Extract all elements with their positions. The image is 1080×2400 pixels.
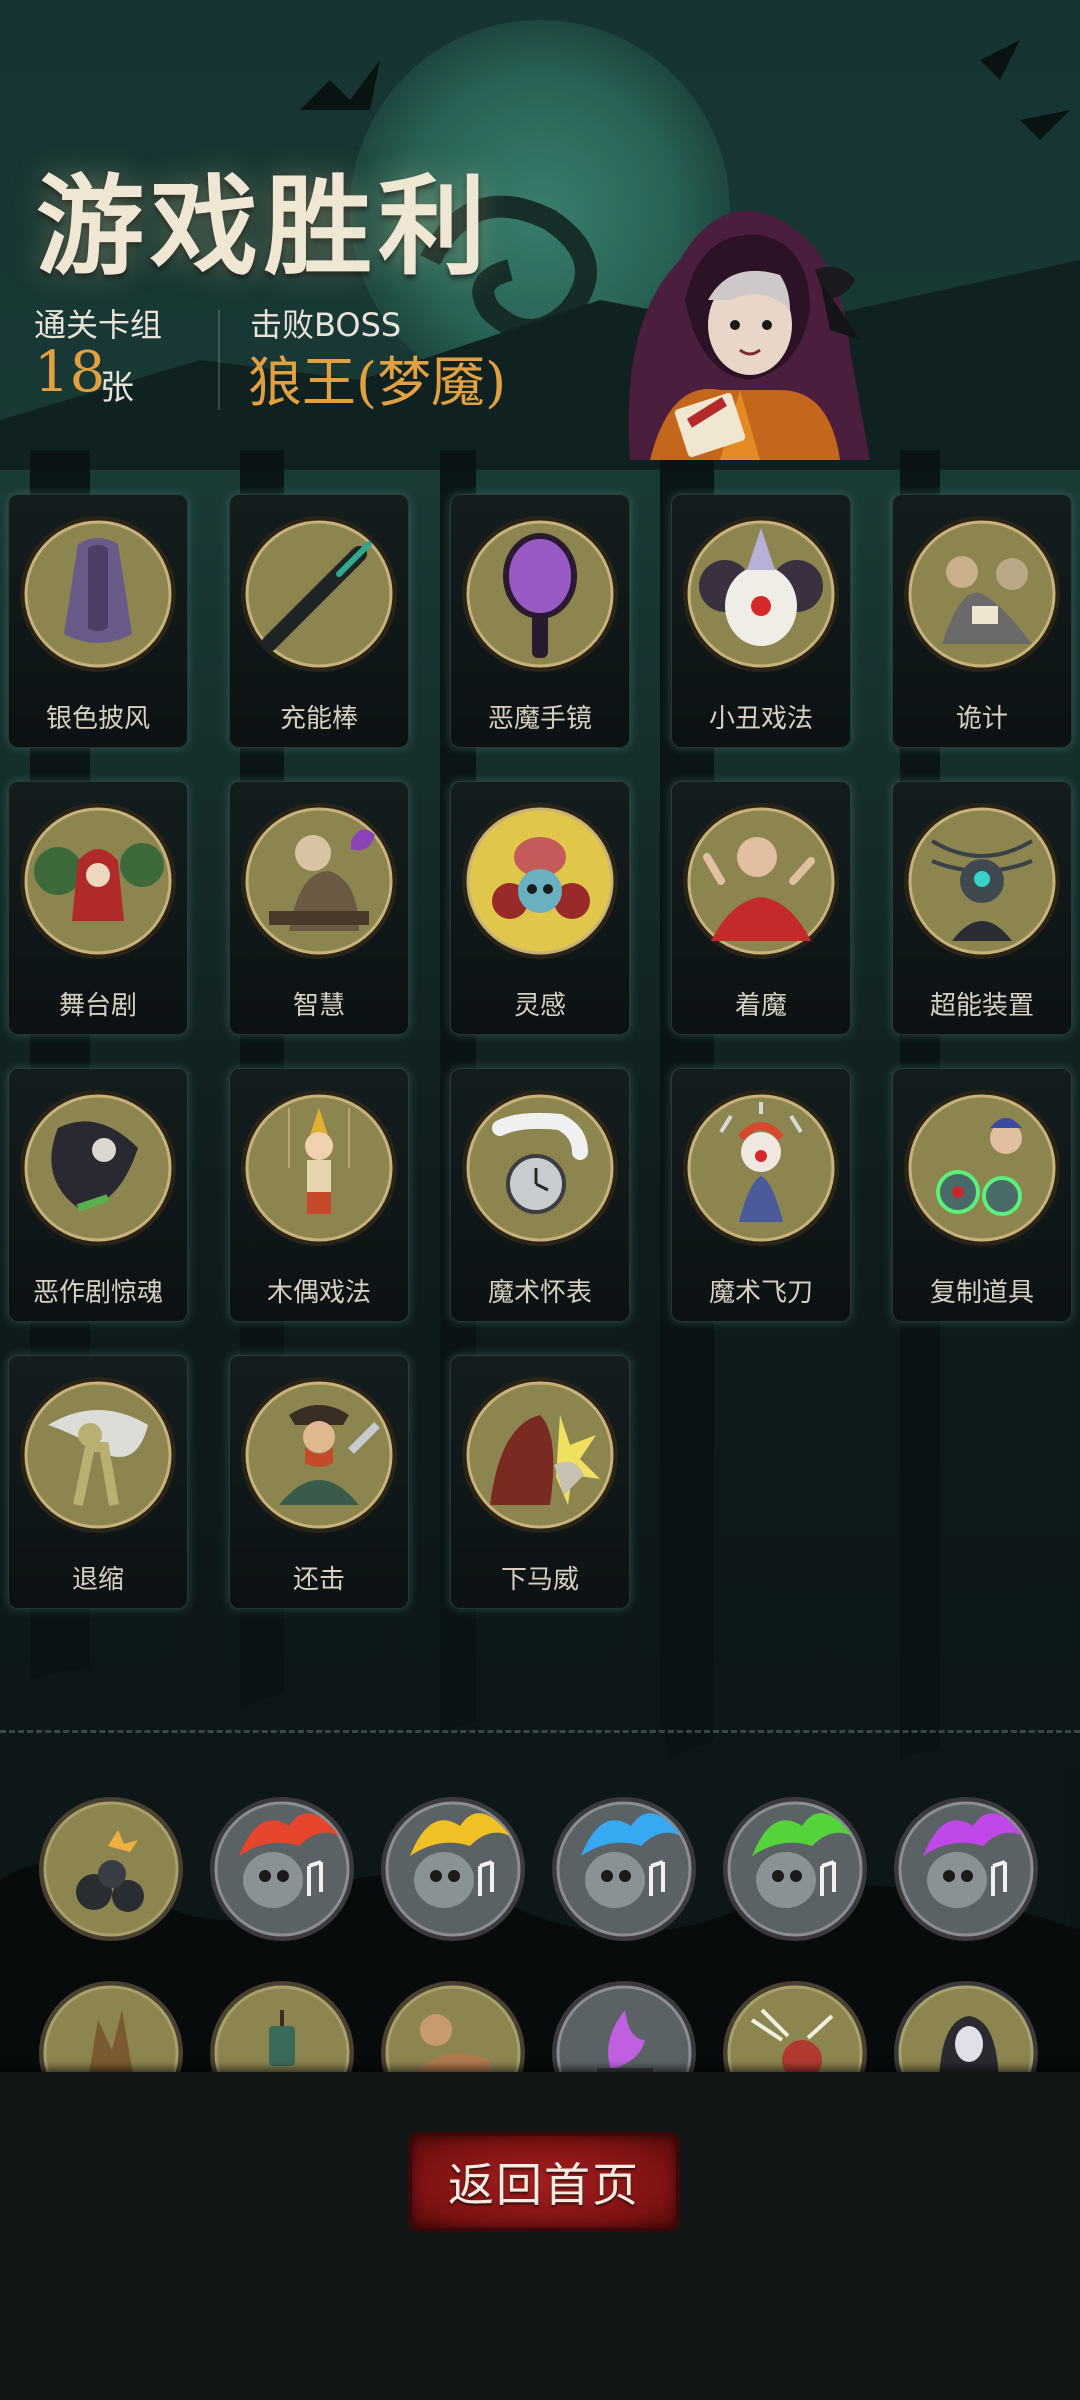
- card-item[interactable]: 智慧: [229, 781, 409, 1035]
- card-name: 魔术飞刀: [708, 1278, 813, 1308]
- puppet-icon: [241, 1090, 397, 1246]
- retreat-figure-icon: [20, 1377, 176, 1533]
- hand-mirror-icon: [462, 516, 618, 672]
- card-item[interactable]: 魔术飞刀: [671, 1068, 851, 1322]
- card-item[interactable]: 诡计: [892, 494, 1072, 748]
- prank-witch-icon: [20, 1090, 176, 1246]
- card-item[interactable]: 魔术怀表: [450, 1068, 630, 1322]
- fire-music-skull-icon[interactable]: [722, 1796, 868, 1942]
- card-name: 还击: [292, 1565, 345, 1595]
- card-item[interactable]: 舞台剧: [8, 781, 188, 1035]
- bomb-pile-icon[interactable]: [38, 1796, 184, 1942]
- return-home-button[interactable]: 返回首页: [412, 2136, 676, 2228]
- card-name: 智慧: [292, 991, 345, 1021]
- card-name: 恶作剧惊魂: [32, 1278, 163, 1308]
- defeated-boss-name: 狼王(梦魇): [248, 351, 507, 414]
- card-item[interactable]: 恶魔手镜: [450, 494, 630, 748]
- card-item[interactable]: 下马威: [450, 1355, 630, 1609]
- card-item[interactable]: 复制道具: [892, 1068, 1072, 1322]
- card-item[interactable]: 恶作剧惊魂: [8, 1068, 188, 1322]
- card-name: 银色披风: [45, 704, 150, 734]
- card-name: 充能棒: [279, 704, 358, 734]
- psychic-device-icon: [904, 803, 1060, 959]
- victory-title: 游戏胜利: [36, 165, 493, 290]
- card-name: 诡计: [955, 704, 1008, 734]
- return-home-label: 返回首页: [448, 2158, 640, 2212]
- fire-music-skull-icon[interactable]: [551, 1796, 697, 1942]
- juggling-clown-icon: [683, 1090, 839, 1246]
- stat-divider: [218, 310, 220, 410]
- magician-copy-icon: [904, 1090, 1060, 1246]
- card-item[interactable]: 还击: [229, 1355, 409, 1609]
- card-item[interactable]: 超能装置: [892, 781, 1072, 1035]
- cloak-icon: [20, 516, 176, 672]
- cleared-deck-count: 18: [34, 340, 106, 405]
- brain-skull-icon: [462, 803, 618, 959]
- card-item[interactable]: 木偶戏法: [229, 1068, 409, 1322]
- card-item[interactable]: 小丑戏法: [671, 494, 851, 748]
- card-item[interactable]: 银色披风: [8, 494, 188, 748]
- cleared-deck-unit: 张: [100, 368, 134, 408]
- clown-icon: [683, 516, 839, 672]
- intimidate-beast-icon: [462, 1377, 618, 1533]
- card-item[interactable]: 充能棒: [229, 494, 409, 748]
- card-name: 舞台剧: [58, 991, 137, 1021]
- card-name: 退缩: [71, 1565, 124, 1595]
- fire-music-skull-icon[interactable]: [893, 1796, 1039, 1942]
- card-name: 超能装置: [929, 991, 1034, 1021]
- card-name: 木偶戏法: [266, 1278, 371, 1308]
- fire-music-skull-icon[interactable]: [209, 1796, 355, 1942]
- card-item[interactable]: 着魔: [671, 781, 851, 1035]
- card-name: 魔术怀表: [487, 1278, 592, 1308]
- possessed-man-icon: [683, 803, 839, 959]
- card-name: 复制道具: [929, 1278, 1034, 1308]
- card-name: 小丑戏法: [708, 704, 813, 734]
- pocket-watch-icon: [462, 1090, 618, 1246]
- card-item[interactable]: 退缩: [8, 1355, 188, 1609]
- bottom-panel: [0, 2072, 1080, 2400]
- section-divider: [0, 1730, 1080, 1733]
- old-scholar-icon: [241, 803, 397, 959]
- card-name: 灵感: [513, 991, 566, 1021]
- pirate-counter-icon: [241, 1377, 397, 1533]
- card-name: 恶魔手镜: [487, 704, 592, 734]
- card-players-icon: [904, 516, 1060, 672]
- card-name: 下马威: [500, 1565, 579, 1595]
- hooded-heroine-illustration: [628, 211, 870, 460]
- card-item[interactable]: 灵感: [450, 781, 630, 1035]
- card-name: 着魔: [734, 991, 787, 1021]
- wand-icon: [241, 516, 397, 672]
- stage-play-icon: [20, 803, 176, 959]
- fire-music-skull-icon[interactable]: [380, 1796, 526, 1942]
